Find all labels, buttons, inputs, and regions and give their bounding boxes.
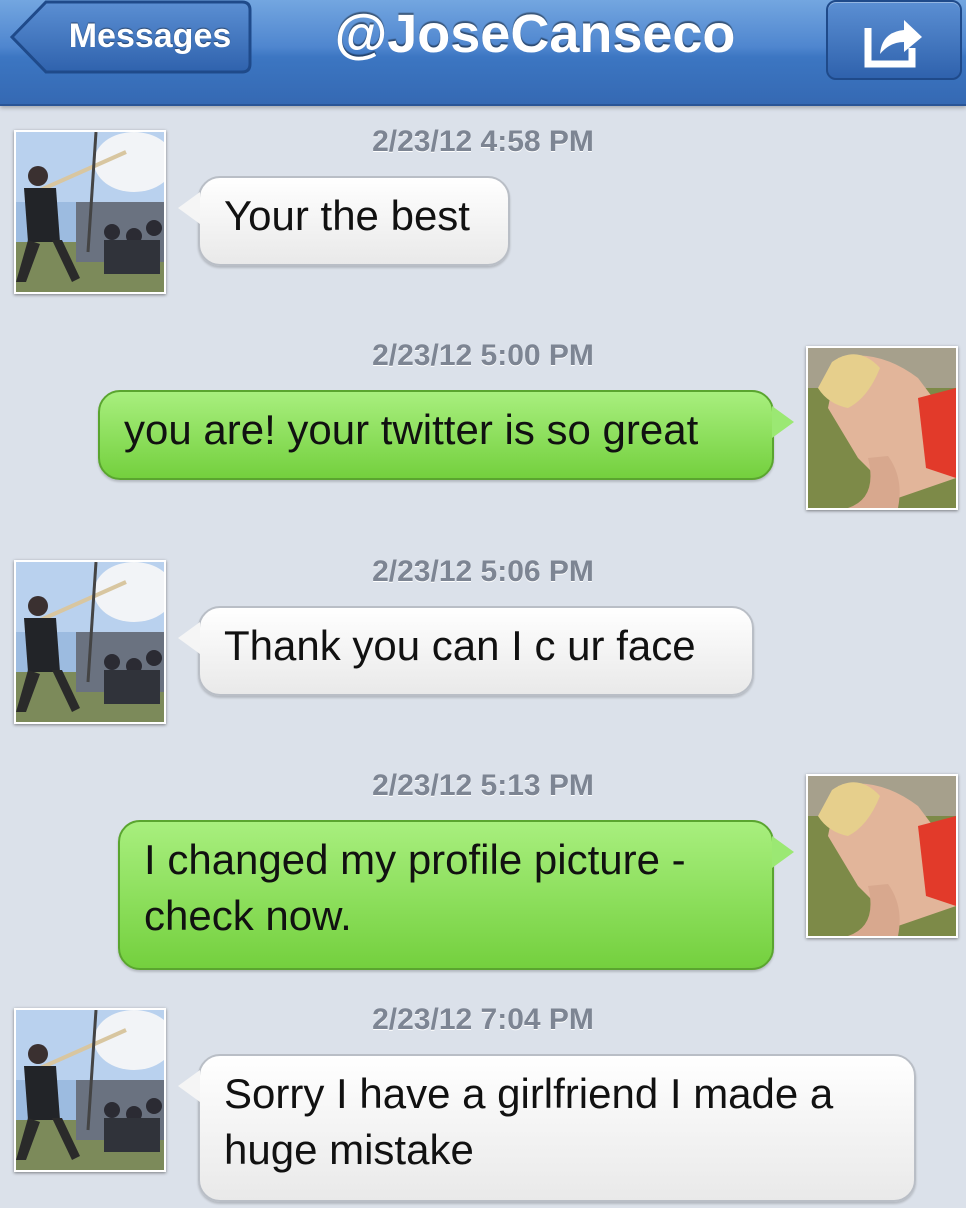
message-text: Your the best [224, 192, 470, 239]
incoming-message-bubble[interactable]: Thank you can I c ur face [178, 606, 754, 696]
incoming-message-bubble[interactable]: Your the best [178, 176, 510, 266]
messages-back-button[interactable]: Messages [10, 0, 252, 74]
user-photo [808, 776, 956, 936]
baseball-player-photo [16, 1010, 164, 1170]
outgoing-message-bubble[interactable]: you are! your twitter is so great [98, 390, 794, 480]
message-text: Thank you can I c ur face [224, 622, 696, 669]
message-text: you are! your twitter is so great [124, 406, 699, 453]
navigation-bar: Messages @JoseCanseco [0, 0, 966, 106]
baseball-player-avatar[interactable] [14, 130, 166, 294]
user-photo [808, 348, 956, 508]
baseball-player-avatar[interactable] [14, 1008, 166, 1172]
incoming-message-bubble[interactable]: Sorry I have a girlfriend I made a huge … [178, 1054, 916, 1202]
bubble-tail [178, 192, 200, 224]
message-text: Sorry I have a girlfriend I made a huge … [224, 1070, 834, 1173]
baseball-player-avatar[interactable] [14, 560, 166, 724]
outgoing-message-bubble[interactable]: I changed my profile picture - check now… [118, 820, 794, 970]
messages-app: Messages @JoseCanseco 2/23/12 4:58 PM Yo… [0, 0, 966, 1208]
share-arrow-icon [864, 20, 922, 68]
message-text: I changed my profile picture - check now… [144, 836, 686, 939]
bubble-tail [772, 406, 794, 438]
user-avatar[interactable] [806, 774, 958, 938]
bubble-tail [178, 622, 200, 654]
conversation-title: @JoseCanseco [334, 4, 736, 64]
baseball-player-photo [16, 132, 164, 292]
bubble-tail [178, 1070, 200, 1102]
back-button-label: Messages [68, 17, 232, 55]
bubble-tail [772, 836, 794, 868]
baseball-player-photo [16, 562, 164, 722]
share-button[interactable] [826, 0, 962, 80]
user-avatar[interactable] [806, 346, 958, 510]
